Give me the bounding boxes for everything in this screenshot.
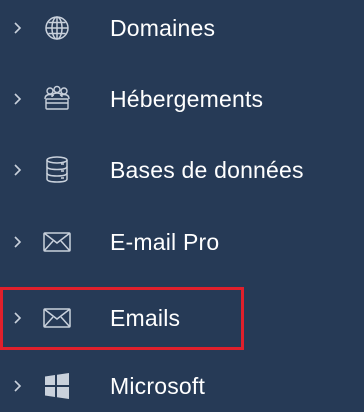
sidebar-item-hebergements[interactable]: Hébergements bbox=[0, 73, 364, 125]
chevron-right-icon[interactable] bbox=[12, 216, 24, 268]
sidebar-item-label: Bases de données bbox=[110, 157, 304, 183]
envelope-icon bbox=[42, 292, 72, 344]
windows-logo-icon bbox=[42, 360, 72, 412]
chevron-right-icon[interactable] bbox=[12, 360, 24, 412]
sidebar-item-label: Microsoft bbox=[110, 373, 206, 399]
globe-icon bbox=[42, 2, 72, 54]
envelope-icon bbox=[42, 216, 72, 268]
sidebar-item-label: Domaines bbox=[110, 15, 216, 41]
chevron-right-icon[interactable] bbox=[12, 144, 24, 196]
sidebar-item-bases-de-donnees[interactable]: Bases de données bbox=[0, 144, 364, 196]
sidebar-item-microsoft[interactable]: Microsoft bbox=[0, 360, 364, 412]
sidebar-item-label: Emails bbox=[110, 305, 181, 331]
chevron-right-icon[interactable] bbox=[12, 2, 24, 54]
database-icon bbox=[42, 144, 72, 196]
sidebar-item-domaines[interactable]: Domaines bbox=[0, 2, 364, 54]
sidebar-item-label: Hébergements bbox=[110, 86, 264, 112]
sidebar-menu: Domaines Hébergements Bases de données E… bbox=[0, 0, 364, 412]
sidebar-item-label: E-mail Pro bbox=[110, 229, 220, 255]
sidebar-item-email-pro[interactable]: E-mail Pro bbox=[0, 216, 364, 268]
sidebar-item-emails[interactable]: Emails bbox=[0, 292, 364, 344]
chevron-right-icon[interactable] bbox=[12, 292, 24, 344]
users-group-icon bbox=[42, 73, 72, 125]
chevron-right-icon[interactable] bbox=[12, 73, 24, 125]
